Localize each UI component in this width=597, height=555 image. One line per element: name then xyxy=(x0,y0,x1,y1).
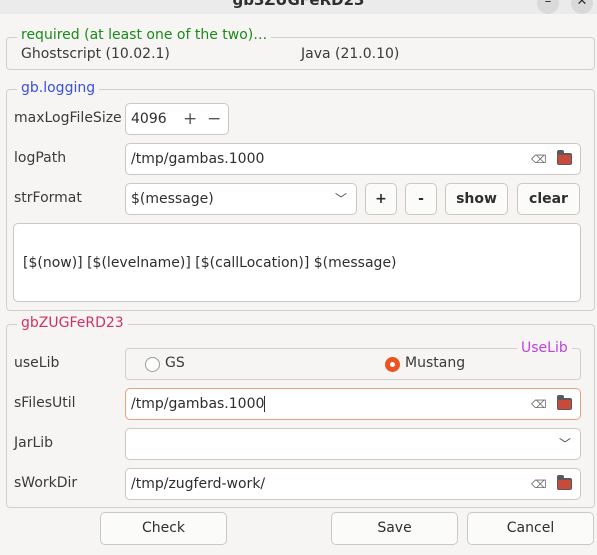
sfilesutil-value: /tmp/gambas.1000 xyxy=(131,396,265,412)
add-format-button[interactable]: + xyxy=(365,183,397,215)
chevron-down-icon: ﹀ xyxy=(335,192,348,206)
zugferd-heading: gbZUGFeRD23 xyxy=(17,315,128,331)
sworkdir-input[interactable]: /tmp/zugferd-work/ xyxy=(125,468,581,500)
remove-format-button[interactable]: - xyxy=(405,183,437,215)
mustang-radio-label: Mustang xyxy=(405,355,466,371)
check-button[interactable]: Check xyxy=(100,512,227,545)
clear-text-icon[interactable]: ⌫ xyxy=(531,399,548,410)
format-text: [$(now)] [$(levelname)] [$(callLocation)… xyxy=(23,255,397,271)
logging-heading: gb.logging xyxy=(17,80,100,96)
window-titlebar: gb3ZUGFeRD23 – ✕ xyxy=(0,0,597,14)
chevron-down-icon: ﹀ xyxy=(559,437,572,451)
folder-icon[interactable] xyxy=(557,475,572,490)
strformat-value: $(message) xyxy=(131,191,214,207)
java-version: Java (21.0.10) xyxy=(301,46,400,62)
jarlib-label: JarLib xyxy=(14,435,54,451)
logpath-input[interactable]: /tmp/gambas.1000 xyxy=(125,143,581,175)
sfilesutil-input[interactable]: /tmp/gambas.1000 xyxy=(125,388,581,420)
gs-radio[interactable] xyxy=(145,357,160,372)
format-textarea[interactable]: [$(now)] [$(levelname)] [$(callLocation)… xyxy=(13,223,581,302)
show-button[interactable]: show xyxy=(445,183,508,215)
minus-icon[interactable]: − xyxy=(207,104,221,134)
window-title: gb3ZUGFeRD23 xyxy=(232,0,365,9)
strformat-label: strFormat xyxy=(14,190,82,206)
sfilesutil-label: sFilesUtil xyxy=(14,395,76,411)
minimize-icon[interactable]: – xyxy=(537,0,559,14)
clear-text-icon[interactable]: ⌫ xyxy=(531,479,548,490)
uselib-label: useLib xyxy=(14,355,60,371)
close-icon[interactable]: ✕ xyxy=(571,0,593,14)
strformat-select[interactable]: $(message) ﹀ xyxy=(125,183,357,215)
maxlogfilesize-value: 4096 xyxy=(131,111,167,127)
save-button[interactable]: Save xyxy=(331,512,458,545)
logpath-value: /tmp/gambas.1000 xyxy=(131,151,265,167)
folder-icon[interactable] xyxy=(557,150,572,165)
jarlib-select[interactable]: ﹀ xyxy=(125,428,581,460)
clear-button[interactable]: clear xyxy=(517,183,580,215)
folder-icon[interactable] xyxy=(557,395,572,410)
mustang-radio[interactable] xyxy=(385,357,400,372)
maxlogfilesize-spinbox[interactable]: 4096 + − xyxy=(125,103,229,135)
sworkdir-label: sWorkDir xyxy=(14,475,78,491)
logpath-label: logPath xyxy=(14,150,67,166)
required-heading: required (at least one of the two)… xyxy=(17,27,272,43)
text-cursor xyxy=(264,396,266,412)
gs-radio-label: GS xyxy=(165,355,185,371)
cancel-button[interactable]: Cancel xyxy=(467,512,594,545)
uselib-group xyxy=(125,348,581,380)
maxlogfilesize-label: maxLogFileSize xyxy=(14,110,122,126)
clear-text-icon[interactable]: ⌫ xyxy=(531,154,548,165)
uselib-group-title: UseLib xyxy=(517,340,572,356)
sworkdir-value: /tmp/zugferd-work/ xyxy=(131,476,266,492)
ghostscript-version: Ghostscript (10.02.1) xyxy=(21,46,170,62)
plus-icon[interactable]: + xyxy=(183,104,197,134)
